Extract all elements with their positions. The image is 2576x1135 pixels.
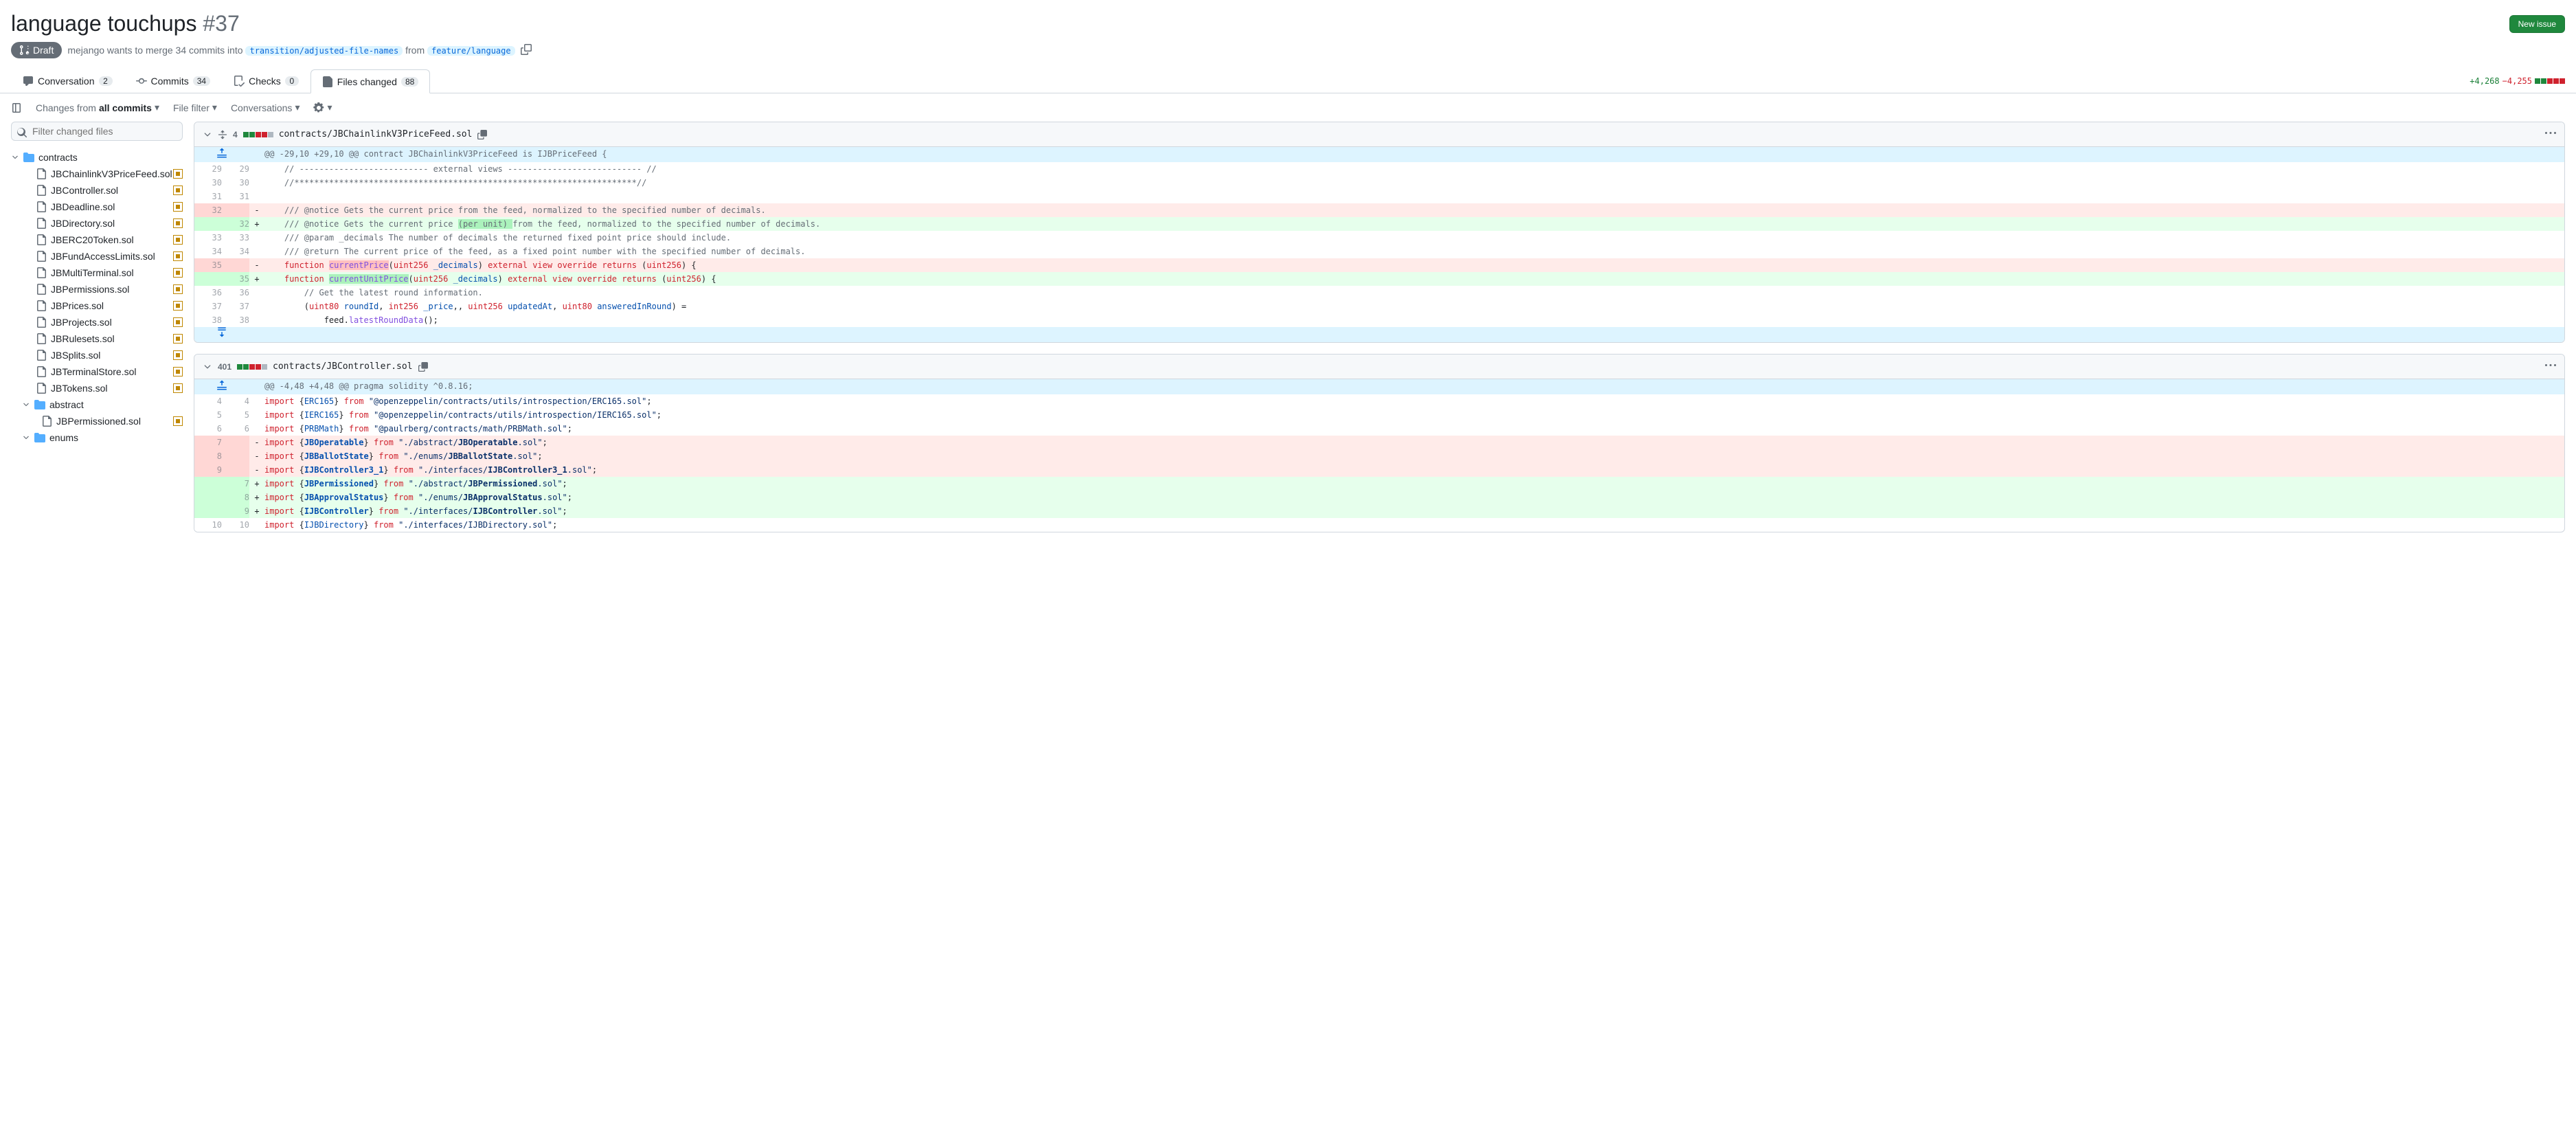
- chevron-down-icon[interactable]: [203, 130, 212, 139]
- tab-commits[interactable]: Commits 34: [124, 69, 223, 93]
- changes-from-dropdown[interactable]: Changes from all commits ▾: [36, 102, 159, 113]
- modified-icon: [173, 350, 183, 360]
- tree-folder[interactable]: enums: [11, 429, 183, 446]
- tree-file[interactable]: JBTerminalStore.sol: [11, 363, 183, 380]
- file-path[interactable]: contracts/JBController.sol: [273, 361, 413, 372]
- modified-icon: [173, 235, 183, 245]
- modified-icon: [173, 268, 183, 278]
- tree-file[interactable]: JBDeadline.sol: [11, 199, 183, 215]
- git-pull-request-draft-icon: [19, 45, 30, 56]
- diffstat: +4,268 −4,255: [2470, 76, 2565, 86]
- tree-file[interactable]: JBPrices.sol: [11, 297, 183, 314]
- checklist-icon: [234, 76, 245, 87]
- tree-file[interactable]: JBSplits.sol: [11, 347, 183, 363]
- modified-icon: [173, 169, 183, 179]
- tree-file[interactable]: JBMultiTerminal.sol: [11, 265, 183, 281]
- copy-icon[interactable]: [521, 44, 532, 57]
- file-diff-icon: [322, 76, 333, 87]
- unfold-icon[interactable]: [218, 130, 227, 139]
- file-diff: 401 contracts/JBController.sol @@ -4,48 …: [194, 354, 2565, 532]
- tree-folder[interactable]: contracts: [11, 149, 183, 166]
- tree-file[interactable]: JBERC20Token.sol: [11, 232, 183, 248]
- tree-file[interactable]: JBRulesets.sol: [11, 330, 183, 347]
- file-filter-dropdown[interactable]: File filter ▾: [173, 102, 217, 113]
- filter-files-input[interactable]: [11, 122, 183, 141]
- pr-meta: Draft mejango wants to merge 34 commits …: [11, 42, 2565, 58]
- tab-files-changed[interactable]: Files changed 88: [310, 69, 431, 93]
- tab-conversation[interactable]: Conversation 2: [11, 69, 124, 93]
- modified-icon: [173, 301, 183, 311]
- modified-icon: [173, 186, 183, 195]
- kebab-menu-icon[interactable]: [2545, 360, 2556, 373]
- tree-file[interactable]: JBPermissioned.sol: [11, 413, 183, 429]
- author-link[interactable]: mejango: [67, 45, 104, 56]
- tree-file[interactable]: JBFundAccessLimits.sol: [11, 248, 183, 265]
- modified-icon: [173, 317, 183, 327]
- kebab-menu-icon[interactable]: [2545, 128, 2556, 141]
- expand-up-button[interactable]: [194, 147, 249, 162]
- draft-badge: Draft: [11, 42, 62, 58]
- new-issue-button[interactable]: New issue: [2509, 15, 2565, 33]
- modified-icon: [173, 334, 183, 344]
- modified-icon: [173, 284, 183, 294]
- modified-icon: [173, 202, 183, 212]
- search-icon: [16, 127, 27, 138]
- head-branch[interactable]: feature/language: [427, 46, 515, 56]
- chevron-down-icon[interactable]: [203, 362, 212, 372]
- comment-icon: [23, 76, 34, 87]
- modified-icon: [173, 251, 183, 261]
- expand-up-button[interactable]: [194, 379, 249, 394]
- copy-icon[interactable]: [477, 130, 487, 139]
- file-diff: 4 contracts/JBChainlinkV3PriceFeed.sol @…: [194, 122, 2565, 343]
- tree-file[interactable]: JBChainlinkV3PriceFeed.sol: [11, 166, 183, 182]
- conversations-dropdown[interactable]: Conversations ▾: [231, 102, 300, 113]
- modified-icon: [173, 416, 183, 426]
- tree-file[interactable]: JBTokens.sol: [11, 380, 183, 396]
- tree-file[interactable]: JBPermissions.sol: [11, 281, 183, 297]
- tree-file[interactable]: JBController.sol: [11, 182, 183, 199]
- expand-down-button[interactable]: [194, 327, 249, 342]
- modified-icon: [173, 367, 183, 377]
- sidebar-toggle-button[interactable]: [11, 102, 22, 113]
- tab-checks[interactable]: Checks 0: [222, 69, 310, 93]
- copy-icon[interactable]: [418, 362, 428, 372]
- tree-folder[interactable]: abstract: [11, 396, 183, 413]
- diff-settings-button[interactable]: ▾: [313, 102, 332, 113]
- tree-file[interactable]: JBDirectory.sol: [11, 215, 183, 232]
- tree-file[interactable]: JBProjects.sol: [11, 314, 183, 330]
- file-path[interactable]: contracts/JBChainlinkV3PriceFeed.sol: [279, 129, 473, 139]
- base-branch[interactable]: transition/adjusted-file-names: [245, 46, 403, 56]
- gear-icon: [313, 102, 324, 113]
- modified-icon: [173, 383, 183, 393]
- modified-icon: [173, 218, 183, 228]
- commit-icon: [136, 76, 147, 87]
- pr-title: language touchups #37: [11, 11, 240, 36]
